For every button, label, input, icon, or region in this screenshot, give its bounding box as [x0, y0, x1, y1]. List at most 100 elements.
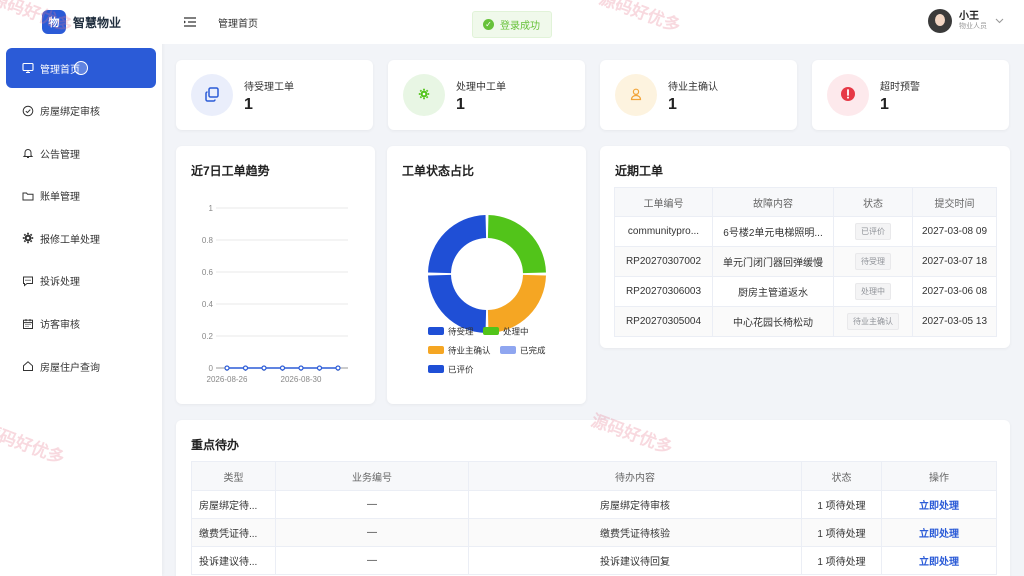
sidebar-item[interactable]: 房屋住户查询	[6, 346, 156, 386]
todo-type: 投诉建议待...	[191, 546, 276, 575]
sidebar-item[interactable]: 公告管理	[6, 133, 156, 173]
column-header: 业务编号	[275, 461, 469, 491]
sidebar-item-label: 账单管理	[40, 192, 80, 204]
stat-label: 待受理工单	[244, 82, 294, 93]
sidebar-item-label: 房屋住户查询	[40, 362, 100, 374]
folder-icon	[22, 190, 34, 202]
login-success-toast: ✓ 登录成功	[472, 11, 552, 38]
stat-card[interactable]: 待受理工单 1	[176, 60, 373, 130]
stat-value: 1	[668, 96, 677, 113]
status-chart-card: 工单状态占比 待受理 处理中 待业主确认 已完成 已评价	[387, 146, 586, 404]
data-point	[316, 365, 323, 371]
toast-text: 登录成功	[500, 21, 540, 32]
order-id: RP20270305004	[614, 306, 713, 337]
recent-orders-table: 工单编号 故障内容 状态 提交时间 communitypro... 6号楼2单元电梯照…	[614, 187, 997, 337]
todo-no: —	[275, 518, 469, 547]
trend-chart-card: 近7日工单趋势 0 0.2 0.4 0.6 0.8 1 2026-08-26 2026-08-…	[176, 146, 375, 404]
table-row[interactable]: 缴费凭证待... — 缴费凭证待核验 1 项待处理 立即处理	[191, 518, 997, 547]
y-tick-label: 0	[209, 364, 214, 373]
sidebar-item[interactable]: 报修工单处理	[6, 218, 156, 258]
calendar-icon	[22, 318, 34, 330]
stat-card[interactable]: 处理中工单 1	[388, 60, 585, 130]
sidebar-item[interactable]: 访客审核	[6, 304, 156, 344]
y-tick-label: 0.8	[202, 236, 214, 245]
table-row[interactable]: 房屋绑定待... — 房屋绑定待审核 1 项待处理 立即处理	[191, 490, 997, 519]
column-header: 状态	[801, 461, 882, 491]
column-header: 待办内容	[468, 461, 802, 491]
gear-icon	[22, 232, 34, 244]
user-menu[interactable]: 小王 物业人员	[928, 9, 1004, 33]
table-row[interactable]: RP20270307002 单元门闭门器回弹缓慢 待受理 2027-03-07 …	[614, 246, 997, 277]
stat-card[interactable]: 超时预警 1	[812, 60, 1009, 130]
order-content: 厨房主管道返水	[712, 276, 834, 307]
legend-swatch	[428, 346, 444, 354]
todo-action-cell: 立即处理	[881, 490, 997, 519]
status-badge: 待受理	[855, 253, 891, 270]
brand-logo: 物	[42, 10, 66, 34]
avatar[interactable]	[928, 9, 952, 33]
sidebar-item[interactable]: 房屋绑定审核	[6, 91, 156, 131]
order-time: 2027-03-05 13	[912, 306, 997, 337]
sidebar-item-label: 公告管理	[40, 149, 80, 161]
table-row[interactable]: 投诉建议待... — 投诉建议待回复 1 项待处理 立即处理	[191, 546, 997, 575]
todo-status: 1 项待处理	[801, 490, 882, 519]
stat-card[interactable]: 待业主确认 1	[600, 60, 797, 130]
sidebar-item[interactable]: 账单管理	[6, 176, 156, 216]
check-icon: ✓	[483, 19, 494, 30]
todo-type: 缴费凭证待...	[191, 518, 276, 547]
user-icon	[629, 87, 643, 104]
todo-no: —	[275, 490, 469, 519]
legend-label: 已评价	[448, 365, 474, 375]
legend-swatch	[428, 365, 444, 373]
top-header: 管理首页 ✓ 登录成功 小王 物业人员	[162, 0, 1024, 44]
column-header: 故障内容	[712, 187, 834, 217]
order-status-cell: 已评价	[833, 216, 913, 247]
order-status-cell: 待业主确认	[833, 306, 913, 337]
stat-icon-bg	[615, 74, 657, 116]
process-now-link[interactable]: 立即处理	[919, 557, 959, 568]
column-header: 工单编号	[614, 187, 713, 217]
menu-toggle-icon[interactable]	[184, 17, 198, 27]
sidebar-item[interactable]: 投诉处理	[6, 261, 156, 301]
order-time: 2027-03-07 18	[912, 246, 997, 277]
chevron-down-icon[interactable]	[995, 16, 1004, 26]
column-header: 状态	[833, 187, 913, 217]
todo-action-cell: 立即处理	[881, 546, 997, 575]
order-content: 6号楼2单元电梯照明...	[712, 216, 834, 247]
data-point	[261, 365, 267, 371]
legend-swatch	[483, 327, 499, 335]
legend-label: 待业主确认	[448, 346, 491, 356]
stat-icon-bg	[403, 74, 445, 116]
process-now-link[interactable]: 立即处理	[919, 529, 959, 540]
table-row[interactable]: communitypro... 6号楼2单元电梯照明... 已评价 2027-0…	[614, 216, 997, 247]
process-now-link[interactable]: 立即处理	[919, 501, 959, 512]
gear-icon	[418, 88, 430, 103]
sidebar-item[interactable]: 管理首页	[6, 48, 156, 88]
breadcrumb[interactable]: 管理首页	[218, 15, 258, 30]
table-row[interactable]: RP20270305004 中心花园长椅松动 待业主确认 2027-03-05 …	[614, 306, 997, 337]
stat-value: 1	[456, 96, 465, 113]
status-badge: 已评价	[855, 223, 891, 240]
y-tick-label: 0.2	[202, 332, 214, 341]
column-header: 类型	[191, 461, 276, 491]
donut-slice[interactable]	[428, 274, 487, 333]
status-badge: 待业主确认	[847, 313, 899, 330]
legend-label: 处理中	[503, 327, 529, 337]
order-id: RP20270307002	[614, 246, 713, 277]
todo-content: 房屋绑定待审核	[468, 490, 802, 519]
legend-label: 待受理	[448, 327, 474, 337]
brand[interactable]: 物 智慧物业	[0, 0, 162, 44]
x-tick-label: 2026-08-26	[207, 375, 248, 384]
table-row[interactable]: RP20270306003 厨房主管道返水 处理中 2027-03-06 08	[614, 276, 997, 307]
column-header: 提交时间	[912, 187, 997, 217]
donut-slice[interactable]	[428, 215, 487, 274]
data-point	[224, 365, 230, 371]
y-tick-label: 1	[209, 204, 214, 213]
column-header: 操作	[881, 461, 997, 491]
donut-slice[interactable]	[487, 215, 546, 274]
donut-slice[interactable]	[487, 274, 546, 333]
y-tick-label: 0.4	[202, 300, 214, 309]
house-icon	[22, 360, 34, 372]
order-content: 单元门闭门器回弹缓慢	[712, 246, 834, 277]
copy-icon	[204, 86, 220, 105]
